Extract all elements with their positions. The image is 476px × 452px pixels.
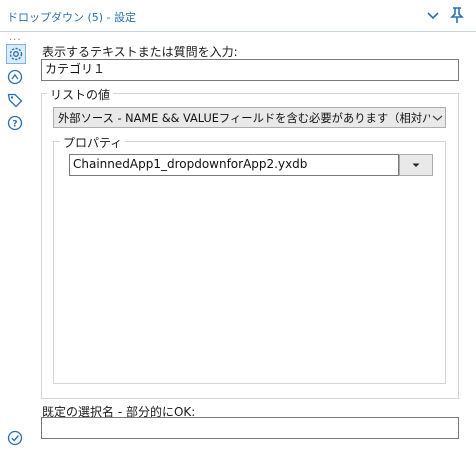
chevron-down-icon[interactable] (424, 6, 442, 24)
file-path-input[interactable]: ChainnedApp1_dropdownforApp2.yxdb (69, 154, 399, 176)
caret-down-icon (412, 163, 420, 167)
chevron-down-icon (430, 108, 445, 127)
properties-group (53, 141, 446, 384)
connection-icon[interactable] (6, 68, 26, 88)
svg-text:?: ? (12, 120, 17, 130)
properties-label: プロパティ (60, 134, 126, 151)
list-values-label: リストの値 (47, 86, 114, 103)
panel-title: ドロップダウン (5) - 設定 (7, 11, 137, 24)
default-selection-input[interactable] (41, 417, 459, 439)
panel-header: ドロップダウン (5) - 設定 (0, 0, 476, 32)
pin-icon[interactable] (448, 6, 466, 24)
source-select-value: 外部ソース - NAME && VALUEフィールドを含む必要があります（相対パ… (58, 112, 445, 125)
gear-icon[interactable] (6, 44, 26, 64)
tag-icon[interactable] (6, 91, 26, 111)
browse-dropdown-button[interactable] (399, 154, 433, 176)
more-icon[interactable]: ... (9, 32, 22, 43)
help-icon[interactable]: ? (6, 114, 26, 134)
check-circle-icon[interactable] (6, 429, 26, 449)
sidebar: ... ? (0, 32, 30, 452)
question-input[interactable]: カテゴリ１ (41, 59, 459, 81)
source-select[interactable]: 外部ソース - NAME && VALUEフィールドを含む必要があります（相対パ… (53, 107, 446, 128)
question-label: 表示するテキストまたは質問を入力: (42, 45, 238, 59)
